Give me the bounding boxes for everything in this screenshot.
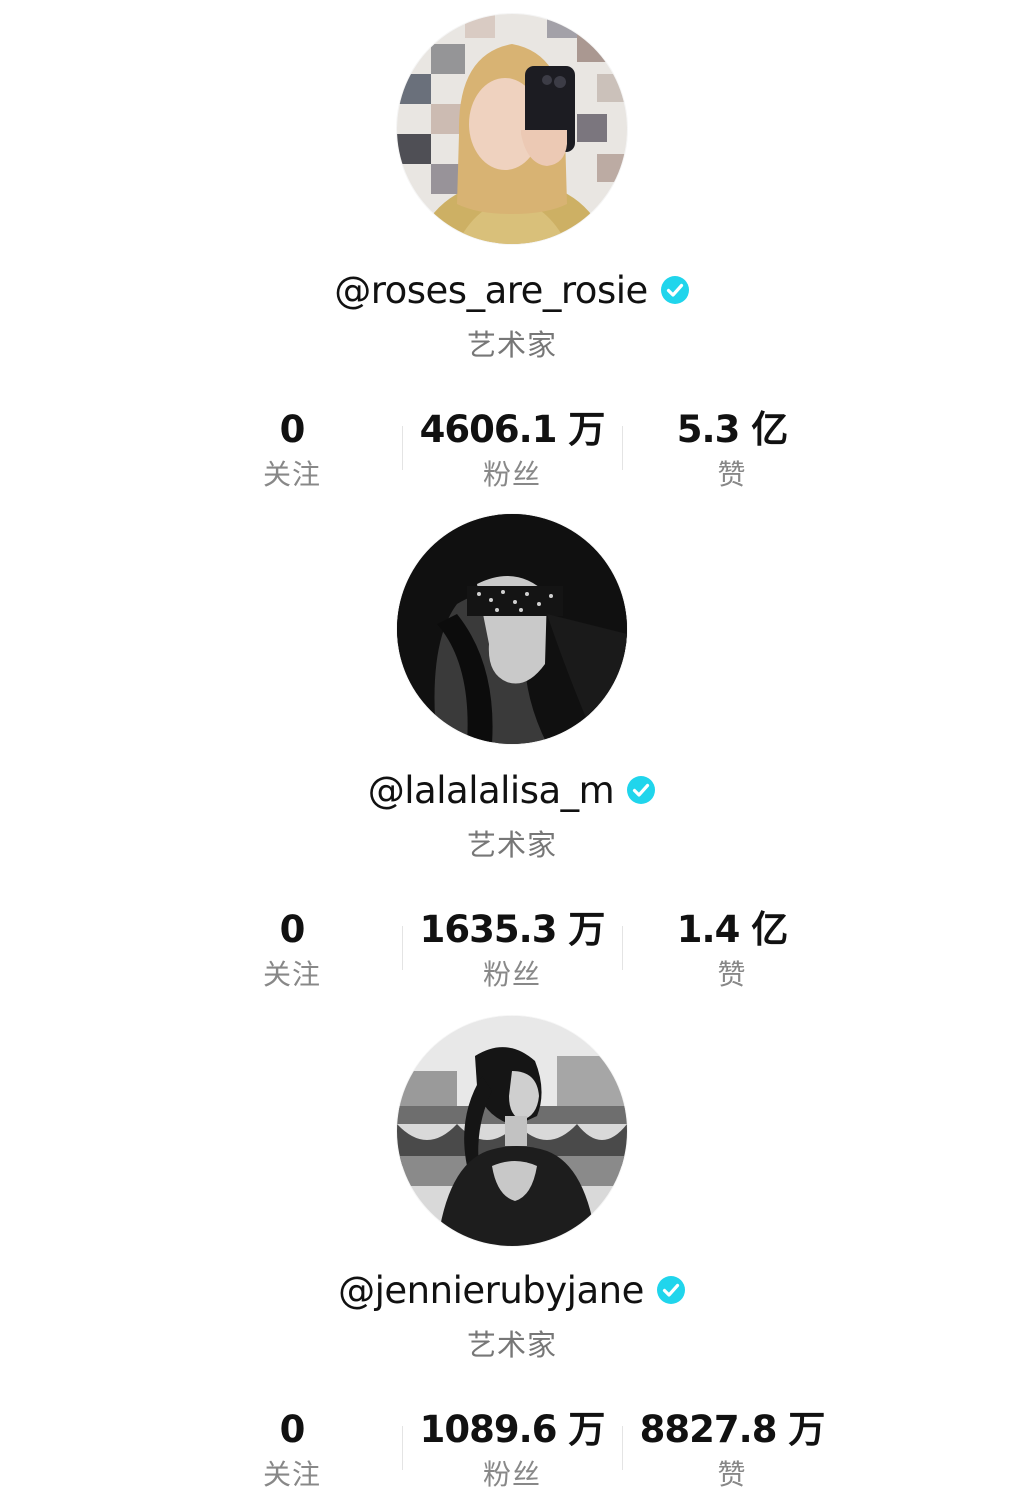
- avatar[interactable]: [397, 514, 627, 744]
- stat-likes[interactable]: 1.4 亿 赞: [622, 904, 842, 996]
- stat-followers[interactable]: 1089.6 万 粉丝: [402, 1404, 622, 1496]
- username-handle[interactable]: @lalalalisa_m: [368, 769, 615, 812]
- verified-badge-icon: [656, 1276, 685, 1304]
- avatar-photo: [397, 514, 627, 744]
- avatar[interactable]: [397, 14, 627, 244]
- verified-badge-icon: [660, 276, 689, 304]
- stat-following[interactable]: 0 关注: [182, 404, 402, 496]
- followers-label: 粉丝: [482, 958, 541, 991]
- stats-row: 0 关注 1635.3 万 粉丝 1.4 亿 赞: [182, 904, 842, 996]
- likes-count: 1.4 亿: [676, 908, 788, 951]
- following-count: 0: [279, 408, 306, 451]
- stats-row: 0 关注 4606.1 万 粉丝 5.3 亿 赞: [182, 404, 842, 496]
- following-label: 关注: [262, 458, 321, 491]
- username-handle[interactable]: @jennierubyjane: [338, 1269, 644, 1312]
- verified-badge-icon: [627, 776, 656, 804]
- likes-label: 赞: [717, 1458, 747, 1491]
- account-role: 艺术家: [466, 328, 557, 362]
- profile-card-jennierubyjane: @jennierubyjane 艺术家 0 关注 1089.6 万 粉丝 882…: [0, 1000, 1024, 1500]
- avatar[interactable]: [397, 1016, 627, 1246]
- stat-followers[interactable]: 4606.1 万 粉丝: [402, 404, 622, 496]
- handle-row: @jennierubyjane: [0, 1262, 1024, 1318]
- followers-count: 1635.3 万: [419, 908, 606, 951]
- following-label: 关注: [262, 1458, 321, 1491]
- following-label: 关注: [262, 958, 321, 991]
- stat-likes[interactable]: 5.3 亿 赞: [622, 404, 842, 496]
- profile-card-roses-are-rosie: @roses_are_rosie 艺术家 0 关注 4606.1 万 粉丝 5.…: [0, 0, 1024, 500]
- followers-count: 1089.6 万: [419, 1408, 606, 1451]
- handle-row: @roses_are_rosie: [0, 262, 1024, 318]
- stat-following[interactable]: 0 关注: [182, 904, 402, 996]
- account-role: 艺术家: [466, 1328, 557, 1362]
- followers-label: 粉丝: [482, 458, 541, 491]
- username-handle[interactable]: @roses_are_rosie: [334, 269, 648, 312]
- avatar-photo: [397, 14, 627, 244]
- followers-count: 4606.1 万: [419, 408, 606, 451]
- account-role: 艺术家: [466, 828, 557, 862]
- likes-count: 5.3 亿: [676, 408, 788, 451]
- handle-row: @lalalalisa_m: [0, 762, 1024, 818]
- stat-following[interactable]: 0 关注: [182, 1404, 402, 1496]
- profile-card-lalalalisa-m: @lalalalisa_m 艺术家 0 关注 1635.3 万 粉丝 1.4 亿…: [0, 500, 1024, 1000]
- following-count: 0: [279, 908, 306, 951]
- stats-row: 0 关注 1089.6 万 粉丝 8827.8 万 赞: [182, 1404, 842, 1496]
- likes-label: 赞: [717, 458, 747, 491]
- stat-followers[interactable]: 1635.3 万 粉丝: [402, 904, 622, 996]
- followers-label: 粉丝: [482, 1458, 541, 1491]
- likes-count: 8827.8 万: [639, 1408, 826, 1451]
- following-count: 0: [279, 1408, 306, 1451]
- stat-likes[interactable]: 8827.8 万 赞: [622, 1404, 842, 1496]
- avatar-photo: [397, 1016, 627, 1246]
- likes-label: 赞: [717, 958, 747, 991]
